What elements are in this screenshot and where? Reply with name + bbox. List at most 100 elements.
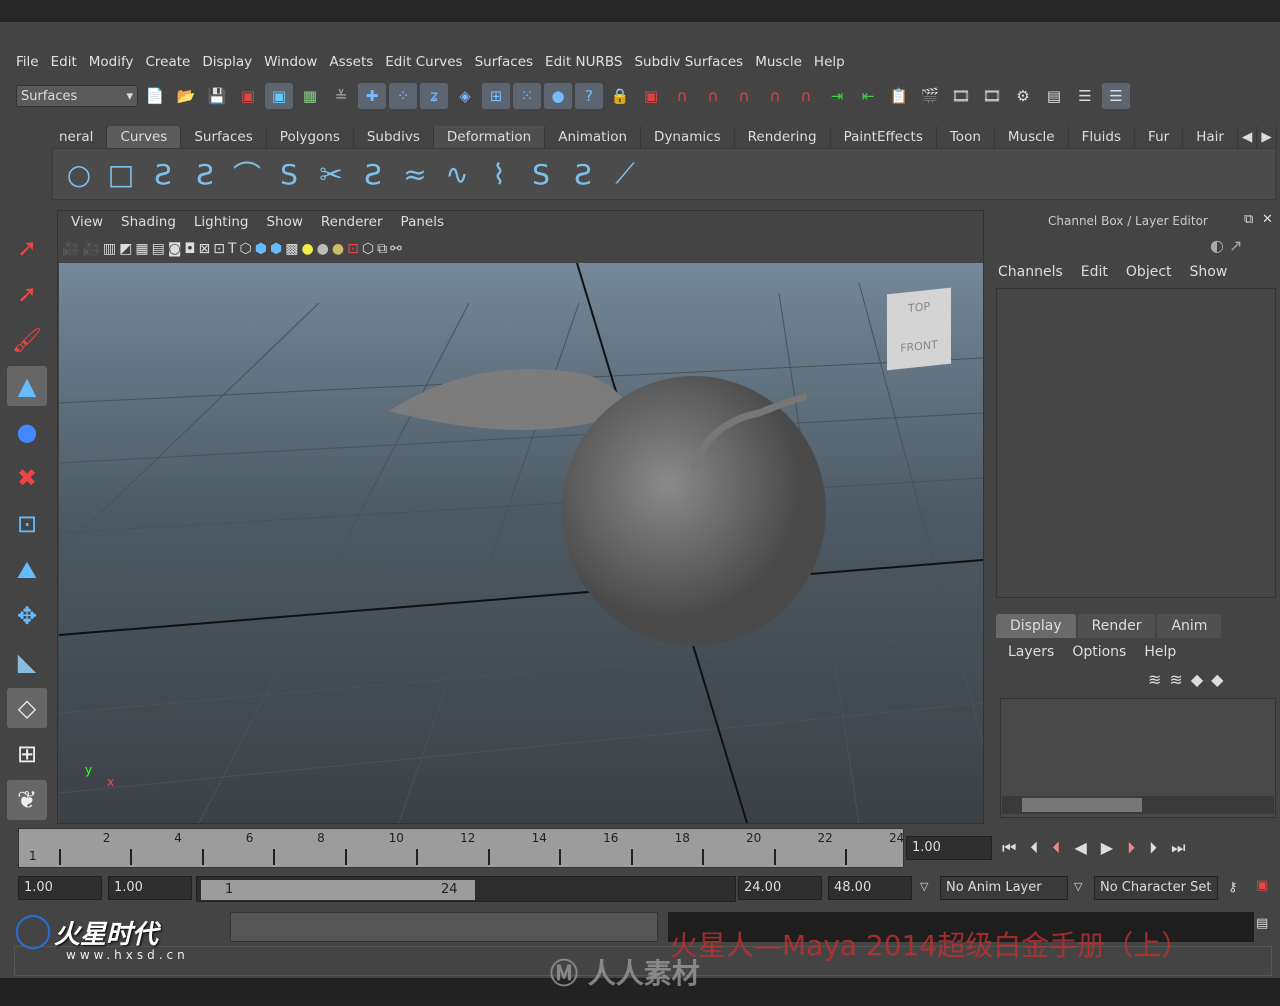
tab-curves[interactable]: Curves	[107, 126, 182, 148]
grid-icon[interactable]: ▦	[135, 241, 148, 257]
select-points-icon[interactable]: ⁙	[513, 83, 541, 109]
go-to-end-icon[interactable]: ⏭	[1171, 838, 1185, 858]
isolate-select-icon[interactable]: ⊡	[347, 241, 359, 257]
current-time-field[interactable]: 1.00	[906, 836, 992, 860]
image-plane-icon[interactable]: ◩	[119, 241, 132, 257]
vp-menu-panels[interactable]: Panels	[392, 211, 453, 235]
time-slider[interactable]: 1 2 4 6 8 10 12 14 16 18 20 22 24	[18, 828, 904, 868]
project-tangent-icon[interactable]: ⟋	[605, 154, 645, 194]
end-time-field[interactable]: 48.00	[828, 876, 912, 900]
tab-painteffects[interactable]: PaintEffects	[831, 126, 937, 148]
tab-subdivs[interactable]: Subdivs	[354, 126, 434, 148]
ambient-occlusion-icon[interactable]: ●	[332, 241, 344, 257]
le-menu-help[interactable]: Help	[1144, 644, 1176, 660]
field-chart-icon[interactable]: ⊠	[198, 241, 210, 257]
tab-fur[interactable]: Fur	[1135, 126, 1184, 148]
universal-manip-icon[interactable]: ⊡	[7, 504, 47, 544]
nurbs-circle-icon[interactable]: ○	[59, 154, 99, 194]
help-icon[interactable]: ?	[575, 83, 603, 109]
new-scene-icon[interactable]: 📄	[141, 83, 169, 109]
menu-edit-nurbs[interactable]: Edit NURBS	[539, 52, 628, 76]
vp-menu-renderer[interactable]: Renderer	[312, 211, 392, 235]
cb-menu-edit[interactable]: Edit	[1081, 264, 1108, 280]
layer-scrollbar[interactable]	[1002, 796, 1274, 814]
anim-layer-dropdown-icon[interactable]: ▽	[920, 880, 928, 893]
anim-prefs-icon[interactable]: ▣	[1256, 878, 1268, 893]
magnet-plane-icon[interactable]: ∩	[761, 83, 789, 109]
cv-curve-icon[interactable]: Ƨ	[143, 154, 183, 194]
film-gate-icon[interactable]: ▤	[152, 241, 165, 257]
outliner-icon[interactable]: ❦	[7, 780, 47, 820]
tab-animation[interactable]: Animation	[545, 126, 642, 148]
safe-title-icon[interactable]: T	[228, 241, 237, 257]
add-points-icon[interactable]: S	[521, 154, 561, 194]
tab-surfaces[interactable]: Surfaces	[181, 126, 267, 148]
snap-grid-icon[interactable]: ≚	[327, 83, 355, 109]
tab-dynamics[interactable]: Dynamics	[641, 126, 735, 148]
tab-toon[interactable]: Toon	[937, 126, 995, 148]
menu-display[interactable]: Display	[196, 52, 258, 76]
viewcube-front[interactable]: FRONT	[887, 311, 951, 357]
construction-history-icon[interactable]: 📋	[885, 83, 913, 109]
view-cube[interactable]: TOP FRONT	[887, 287, 951, 371]
wireframe-icon[interactable]: ⬡	[240, 241, 252, 257]
nurbs-square-icon[interactable]: □	[101, 154, 141, 194]
render-settings-icon[interactable]: ⚙	[1009, 83, 1037, 109]
vp-menu-show[interactable]: Show	[257, 211, 311, 235]
smooth-shade-icon[interactable]: ⬢	[255, 241, 267, 257]
xray-components-icon[interactable]: ⚯	[390, 241, 402, 257]
select-handles-icon[interactable]: ⊞	[482, 83, 510, 109]
bookmark-icon[interactable]: ▥	[103, 241, 116, 257]
anim-layer-select[interactable]: No Anim Layer	[940, 876, 1068, 900]
arc-tool-icon[interactable]: ⌒	[227, 154, 267, 194]
detach-curves-icon[interactable]: ✂	[311, 154, 351, 194]
menu-create[interactable]: Create	[139, 52, 196, 76]
tab-deformation[interactable]: Deformation	[433, 126, 546, 148]
attach-curves-icon[interactable]: S	[269, 154, 309, 194]
lasso-tool-icon[interactable]: ➚	[7, 274, 47, 314]
safe-action-icon[interactable]: ⊡	[213, 241, 225, 257]
four-view-icon[interactable]: ⊞	[7, 734, 47, 774]
playback-start-field[interactable]: 1.00	[108, 876, 192, 900]
range-bar[interactable]: 1 24	[201, 880, 475, 900]
last-tool-icon[interactable]: ◣	[7, 642, 47, 682]
step-back-icon[interactable]: ⏴	[1030, 838, 1038, 858]
render-view-icon[interactable]: 🎬	[916, 83, 944, 109]
offset-curve-icon[interactable]: ∿	[437, 154, 477, 194]
pencil-curve-icon[interactable]: Ƨ	[185, 154, 225, 194]
menu-edit-curves[interactable]: Edit Curves	[379, 52, 468, 76]
save-scene-icon[interactable]: 💾	[203, 83, 231, 109]
le-menu-options[interactable]: Options	[1072, 644, 1126, 660]
camera-attr-icon[interactable]: 🎥	[82, 241, 99, 257]
command-line[interactable]	[230, 912, 658, 942]
close-icon[interactable]: ✕	[1262, 212, 1273, 227]
vp-menu-lighting[interactable]: Lighting	[185, 211, 258, 235]
lights-icon[interactable]: ●	[301, 241, 313, 257]
menu-help[interactable]: Help	[808, 52, 851, 76]
xray-icon[interactable]: ⬡	[362, 241, 374, 257]
rebuild-curve-icon[interactable]: ⌇	[479, 154, 519, 194]
channel-box-toggle-icon[interactable]: ☰	[1102, 83, 1130, 109]
scroll-left-icon[interactable]: ◀	[1238, 126, 1258, 148]
menu-modify[interactable]: Modify	[83, 52, 140, 76]
vp-menu-view[interactable]: View	[62, 211, 112, 235]
scale-tool-icon[interactable]: ✖	[7, 458, 47, 498]
output-ops-icon[interactable]: ⇤	[854, 83, 882, 109]
select-component-icon[interactable]: ▦	[296, 83, 324, 109]
single-perspective-icon[interactable]: ◇	[7, 688, 47, 728]
channel-icons[interactable]: ◐ ↗	[1210, 236, 1242, 255]
le-menu-layers[interactable]: Layers	[1008, 644, 1054, 660]
step-forward-key-icon[interactable]: ⏵	[1127, 838, 1135, 858]
tab-display[interactable]: Display	[996, 614, 1076, 638]
show-manip-icon[interactable]: ✥	[7, 596, 47, 636]
float-icon[interactable]: ⧉	[1244, 212, 1253, 227]
leaf-mesh[interactable]	[389, 368, 628, 431]
move-tool-icon[interactable]: ▲	[7, 366, 47, 406]
character-set-select[interactable]: No Character Set	[1094, 876, 1218, 900]
wireframe-on-shaded-icon[interactable]: ⬢	[270, 241, 282, 257]
insert-knot-icon[interactable]: Ƨ	[353, 154, 393, 194]
soft-mod-icon[interactable]: ⛰	[7, 550, 47, 590]
tab-polygons[interactable]: Polygons	[267, 126, 354, 148]
cb-menu-show[interactable]: Show	[1190, 264, 1228, 280]
layer-buttons-icon[interactable]: ≋≋◆◆	[1148, 670, 1231, 689]
